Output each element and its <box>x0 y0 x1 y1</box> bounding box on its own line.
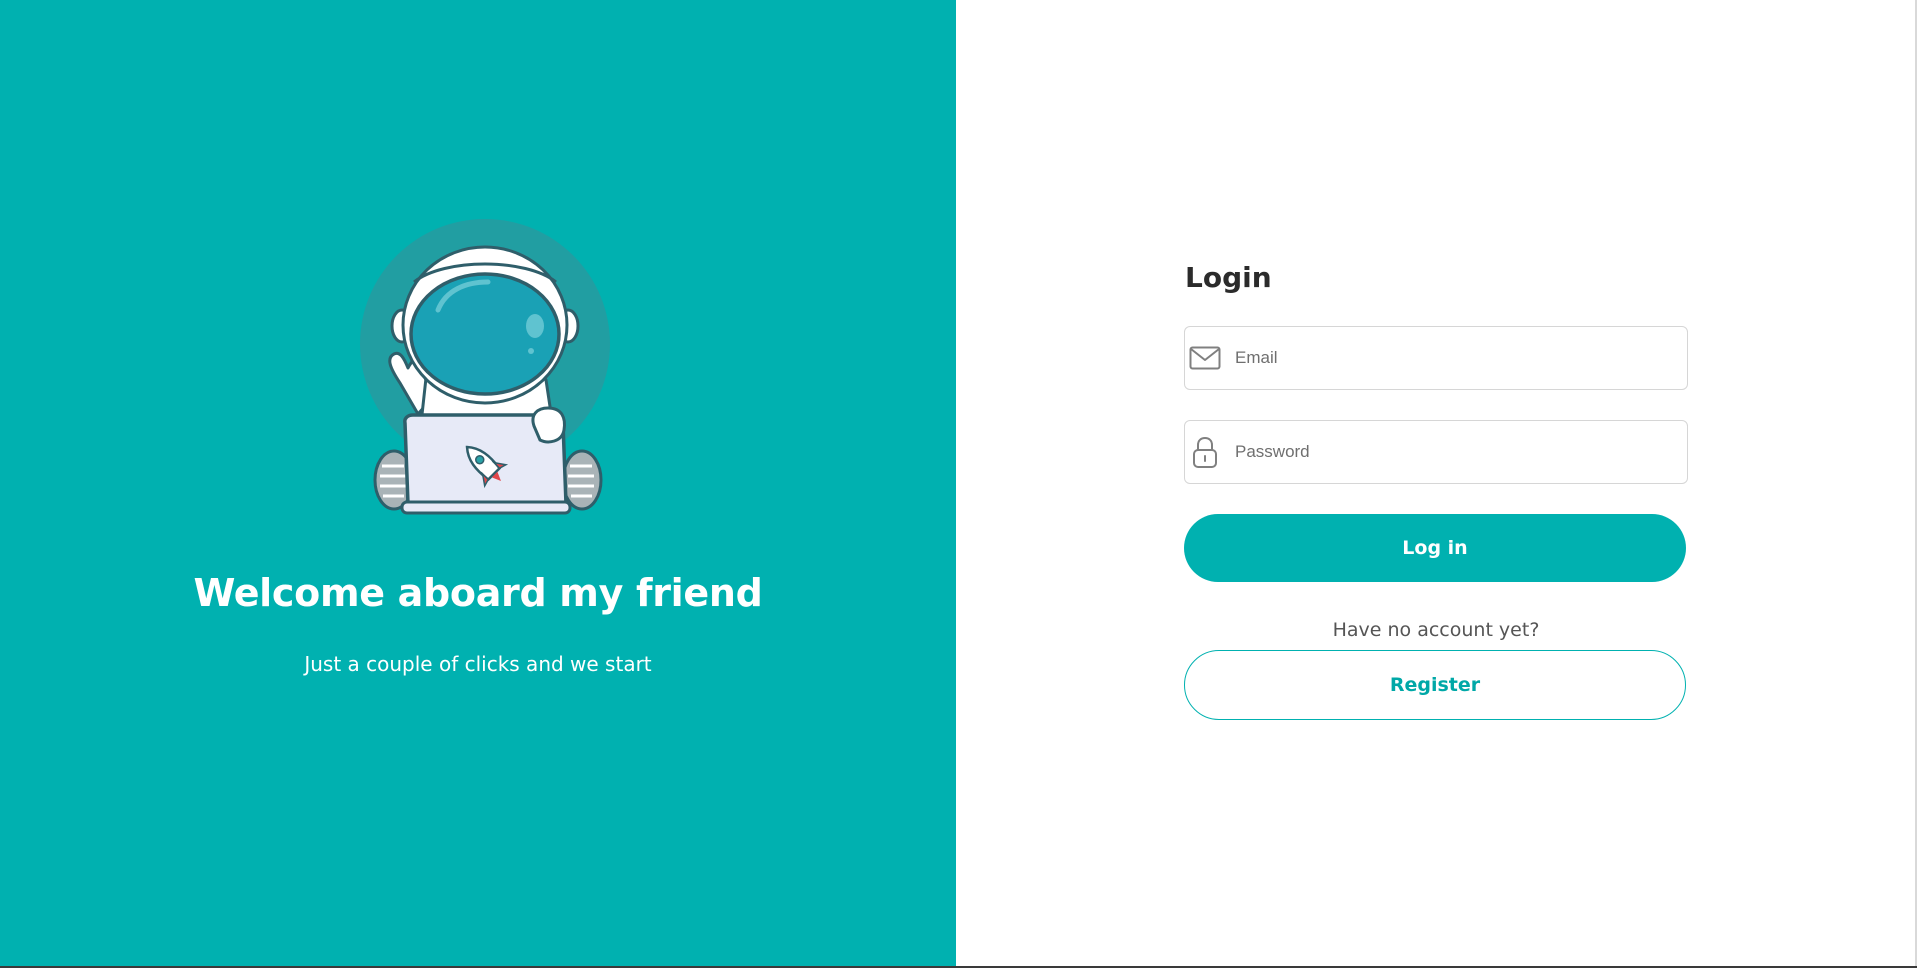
astronaut-illustration <box>360 219 610 515</box>
password-input[interactable] <box>1235 421 1675 483</box>
register-button[interactable]: Register <box>1184 650 1686 720</box>
welcome-panel: Welcome aboard my friend Just a couple o… <box>0 0 956 967</box>
login-page: Welcome aboard my friend Just a couple o… <box>0 0 1917 968</box>
password-field[interactable] <box>1184 420 1688 484</box>
lock-icon <box>1193 436 1217 468</box>
envelope-icon <box>1189 346 1221 370</box>
login-button[interactable]: Log in <box>1184 514 1686 582</box>
email-input[interactable] <box>1235 327 1675 389</box>
no-account-text: Have no account yet? <box>1332 619 1540 641</box>
welcome-subtitle: Just a couple of clicks and we start <box>304 652 652 676</box>
welcome-title: Welcome aboard my friend <box>193 571 763 615</box>
login-form: Login Log in Have no account yet? Regist… <box>1184 256 1688 720</box>
email-field[interactable] <box>1184 326 1688 390</box>
login-title: Login <box>1185 261 1272 294</box>
